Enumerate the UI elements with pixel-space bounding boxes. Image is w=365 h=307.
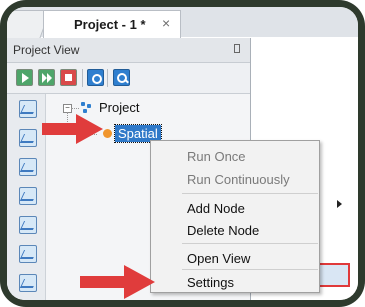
tree-connector [71, 108, 79, 109]
menu-item-settings[interactable]: Settings [187, 275, 234, 290]
panel-title: Project View [13, 43, 80, 57]
project-toolbar [7, 63, 250, 94]
settings-icon[interactable] [87, 69, 104, 86]
panel-header: Project View [7, 38, 250, 63]
stop-icon[interactable] [60, 69, 77, 86]
menu-item-add-node[interactable]: Add Node [187, 201, 245, 216]
node-type-icon[interactable] [19, 216, 37, 234]
menu-item-open-view[interactable]: Open View [187, 251, 250, 266]
search-icon[interactable] [113, 69, 130, 86]
submenu-arrow-icon [337, 200, 342, 208]
pin-icon[interactable] [234, 44, 240, 53]
node-type-icon[interactable] [19, 129, 37, 147]
document-tab-strip: Project - 1 * × [7, 7, 358, 41]
close-tab-icon[interactable]: × [162, 15, 170, 31]
toolbar-separator [107, 69, 108, 87]
red-arrow-icon [42, 114, 103, 144]
node-type-icon[interactable] [19, 245, 37, 263]
red-arrow-icon [80, 265, 155, 299]
node-type-icon[interactable] [19, 100, 37, 118]
toolbar-separator [82, 69, 83, 87]
menu-item-run-once[interactable]: Run Once [187, 149, 246, 164]
node-type-icon[interactable] [19, 274, 37, 292]
tab-project[interactable]: Project - 1 * × [43, 10, 181, 38]
menu-separator [182, 193, 318, 194]
context-menu: Run Once Run Continuously Add Node Delet… [150, 140, 320, 293]
run-continuously-icon[interactable] [38, 69, 55, 86]
menu-separator [182, 243, 318, 244]
run-icon[interactable] [16, 69, 33, 86]
node-type-icon[interactable] [19, 158, 37, 176]
tab-title: Project - 1 * [74, 17, 146, 32]
node-type-icon[interactable] [19, 187, 37, 205]
menu-item-delete-node[interactable]: Delete Node [187, 223, 259, 238]
menu-item-run-continuously[interactable]: Run Continuously [187, 172, 290, 187]
menu-separator [182, 269, 318, 270]
